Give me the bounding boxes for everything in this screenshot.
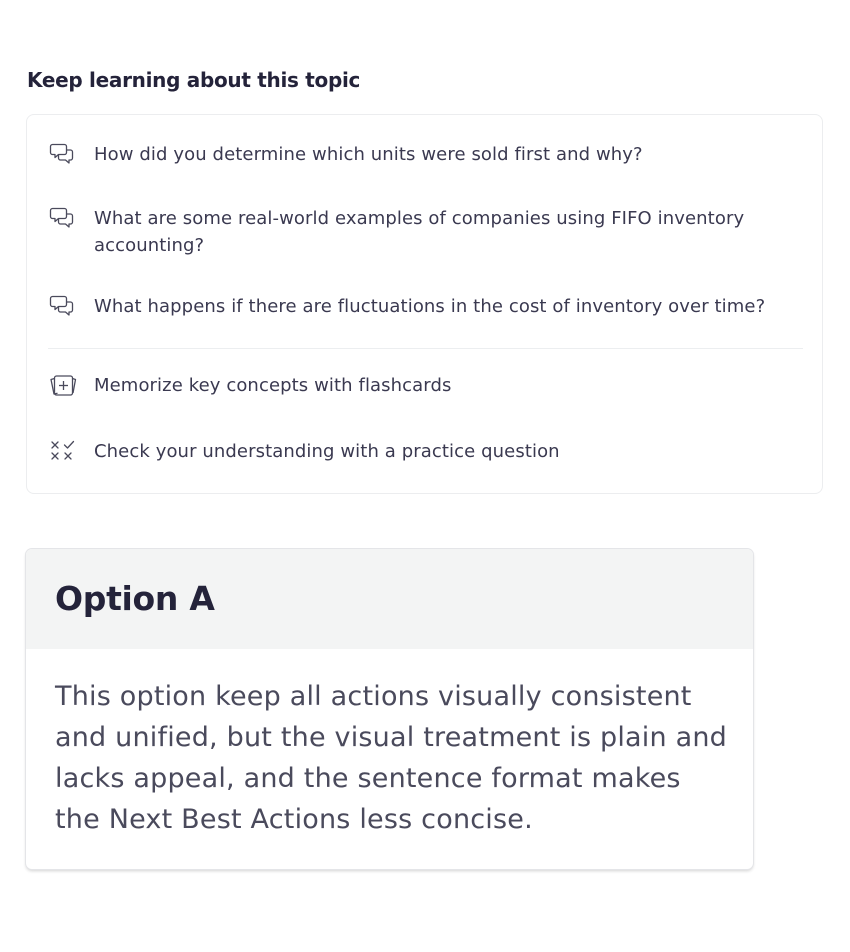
section-title: Keep learning about this topic	[27, 68, 361, 92]
option-description: This option keep all actions visually co…	[55, 681, 727, 835]
practice-question-icon	[48, 438, 78, 464]
chat-bubbles-icon	[48, 293, 78, 319]
practice-question-action[interactable]: Check your understanding with a practice…	[48, 438, 560, 465]
flashcards-action[interactable]: Memorize key concepts with flashcards	[48, 372, 451, 399]
flashcards-icon	[48, 372, 78, 398]
chat-bubbles-icon	[48, 205, 78, 231]
option-title: Option A	[55, 579, 215, 618]
suggestion-label: What are some real-world examples of com…	[94, 208, 745, 256]
action-label: Check your understanding with a practice…	[94, 441, 560, 462]
suggestion-item-3[interactable]: What happens if there are fluctuations i…	[48, 293, 765, 320]
keep-learning-card: How did you determine which units were s…	[26, 114, 823, 494]
action-label: Memorize key concepts with flashcards	[94, 375, 452, 396]
divider	[48, 348, 803, 349]
page: Keep learning about this topic How did y…	[0, 0, 850, 952]
suggestion-item-1[interactable]: How did you determine which units were s…	[48, 141, 643, 168]
suggestion-item-2[interactable]: What are some real-world examples of com…	[48, 205, 794, 259]
suggestion-label: How did you determine which units were s…	[94, 144, 643, 165]
chat-bubbles-icon	[48, 141, 78, 167]
option-card: Option A This option keep all actions vi…	[26, 549, 753, 869]
option-header: Option A	[26, 549, 753, 649]
suggestion-label: What happens if there are fluctuations i…	[94, 296, 766, 317]
